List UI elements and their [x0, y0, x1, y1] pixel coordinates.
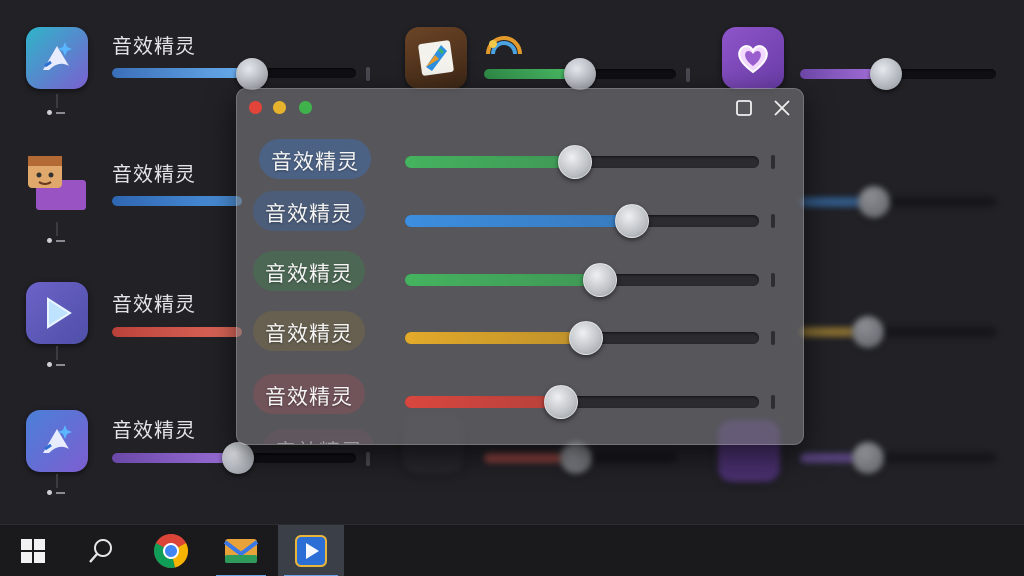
icon-stem — [56, 94, 58, 108]
volume-knob[interactable] — [236, 58, 268, 90]
volume-tick — [686, 68, 690, 82]
media-player-icon — [295, 535, 327, 567]
volume-knob[interactable] — [858, 186, 890, 218]
volume-knob[interactable] — [564, 58, 596, 90]
page-dots — [47, 110, 71, 116]
chrome-taskbar-button[interactable] — [140, 525, 202, 576]
close-traffic-light[interactable] — [249, 101, 262, 114]
app-volume-tick — [771, 155, 775, 169]
icon-stem — [56, 222, 58, 236]
volume-fill — [112, 453, 236, 463]
volume-knob[interactable] — [852, 442, 884, 474]
minimize-traffic-light[interactable] — [273, 101, 286, 114]
page-dots — [47, 490, 71, 496]
app-label: 音效精灵 — [112, 292, 196, 316]
zoom-traffic-light[interactable] — [299, 101, 312, 114]
windows-start-button[interactable] — [2, 525, 64, 576]
app-volume-tick — [771, 273, 775, 287]
app-volume-label: 音效精灵 — [259, 139, 371, 179]
rainbow-icon — [486, 36, 522, 55]
prism-app-icon[interactable] — [405, 27, 467, 89]
app-volume-knob[interactable] — [569, 321, 603, 355]
volume-knob[interactable] — [870, 58, 902, 90]
icon-stem — [56, 474, 58, 488]
volume-slider[interactable] — [112, 196, 242, 206]
app-volume-knob[interactable] — [615, 204, 649, 238]
app-volume-knob[interactable] — [558, 145, 592, 179]
volume-slider[interactable] — [112, 327, 242, 337]
volume-fill — [800, 327, 860, 337]
volume-fill — [112, 68, 252, 78]
app-volume-fill — [405, 156, 575, 168]
volume-fill — [112, 327, 242, 337]
app-volume-fill — [405, 215, 632, 227]
taskbar — [0, 524, 1024, 576]
volume-fill — [484, 453, 564, 463]
app-label: 音效精灵 — [112, 162, 196, 186]
mail-taskbar-button[interactable] — [210, 525, 272, 576]
volume-tick — [366, 452, 370, 466]
volume-fill — [800, 453, 856, 463]
heart-app-icon[interactable] — [722, 27, 784, 89]
windows-icon — [21, 539, 45, 563]
maximize-icon[interactable] — [733, 97, 755, 119]
app-volume-tick — [771, 214, 775, 228]
media-player-taskbar-button[interactable] — [278, 525, 344, 576]
partial-app-label: 音效精灵 — [263, 429, 375, 444]
volume-slider[interactable] — [800, 197, 996, 207]
app-volume-label: 音效精灵 — [253, 311, 365, 351]
app-volume-label: 音效精灵 — [253, 251, 365, 291]
search-button[interactable] — [70, 525, 132, 576]
character-app-icon[interactable] — [26, 154, 88, 216]
app-volume-slider[interactable] — [405, 396, 759, 408]
app-label: 音效精灵 — [112, 418, 196, 442]
app-volume-tick — [771, 331, 775, 345]
close-icon[interactable] — [771, 97, 793, 119]
app-volume-label: 音效精灵 — [253, 374, 365, 414]
mail-icon — [223, 539, 259, 563]
page-dots — [47, 238, 71, 244]
app-volume-label: 音效精灵 — [253, 191, 365, 231]
volume-slider[interactable] — [112, 68, 356, 78]
chrome-icon — [154, 534, 188, 568]
app-volume-knob[interactable] — [544, 385, 578, 419]
app-volume-fill — [405, 274, 600, 286]
page-dots — [47, 362, 71, 368]
volume-knob[interactable] — [852, 316, 884, 348]
app-volume-tick — [771, 395, 775, 409]
volume-fill — [112, 196, 242, 206]
app-volume-slider[interactable] — [405, 274, 759, 286]
sparkle-app-icon[interactable] — [26, 410, 88, 472]
volume-slider[interactable] — [800, 453, 996, 463]
app-volume-knob[interactable] — [583, 263, 617, 297]
app-volume-fill — [405, 396, 561, 408]
search-icon — [89, 539, 112, 563]
volume-tick — [366, 67, 370, 81]
mixer-popup-window[interactable]: 音效精灵音效精灵音效精灵音效精灵音效精灵 音效精灵 — [236, 88, 804, 445]
icon-stem — [56, 346, 58, 360]
play-app-icon[interactable] — [26, 282, 88, 344]
app-volume-slider[interactable] — [405, 215, 759, 227]
volume-fill — [800, 69, 880, 79]
app-label: 音效精灵 — [112, 34, 196, 58]
volume-knob[interactable] — [560, 442, 592, 474]
sparkle-app-icon[interactable] — [26, 27, 88, 89]
app-volume-fill — [405, 332, 586, 344]
volume-knob[interactable] — [222, 442, 254, 474]
volume-slider[interactable] — [800, 327, 996, 337]
